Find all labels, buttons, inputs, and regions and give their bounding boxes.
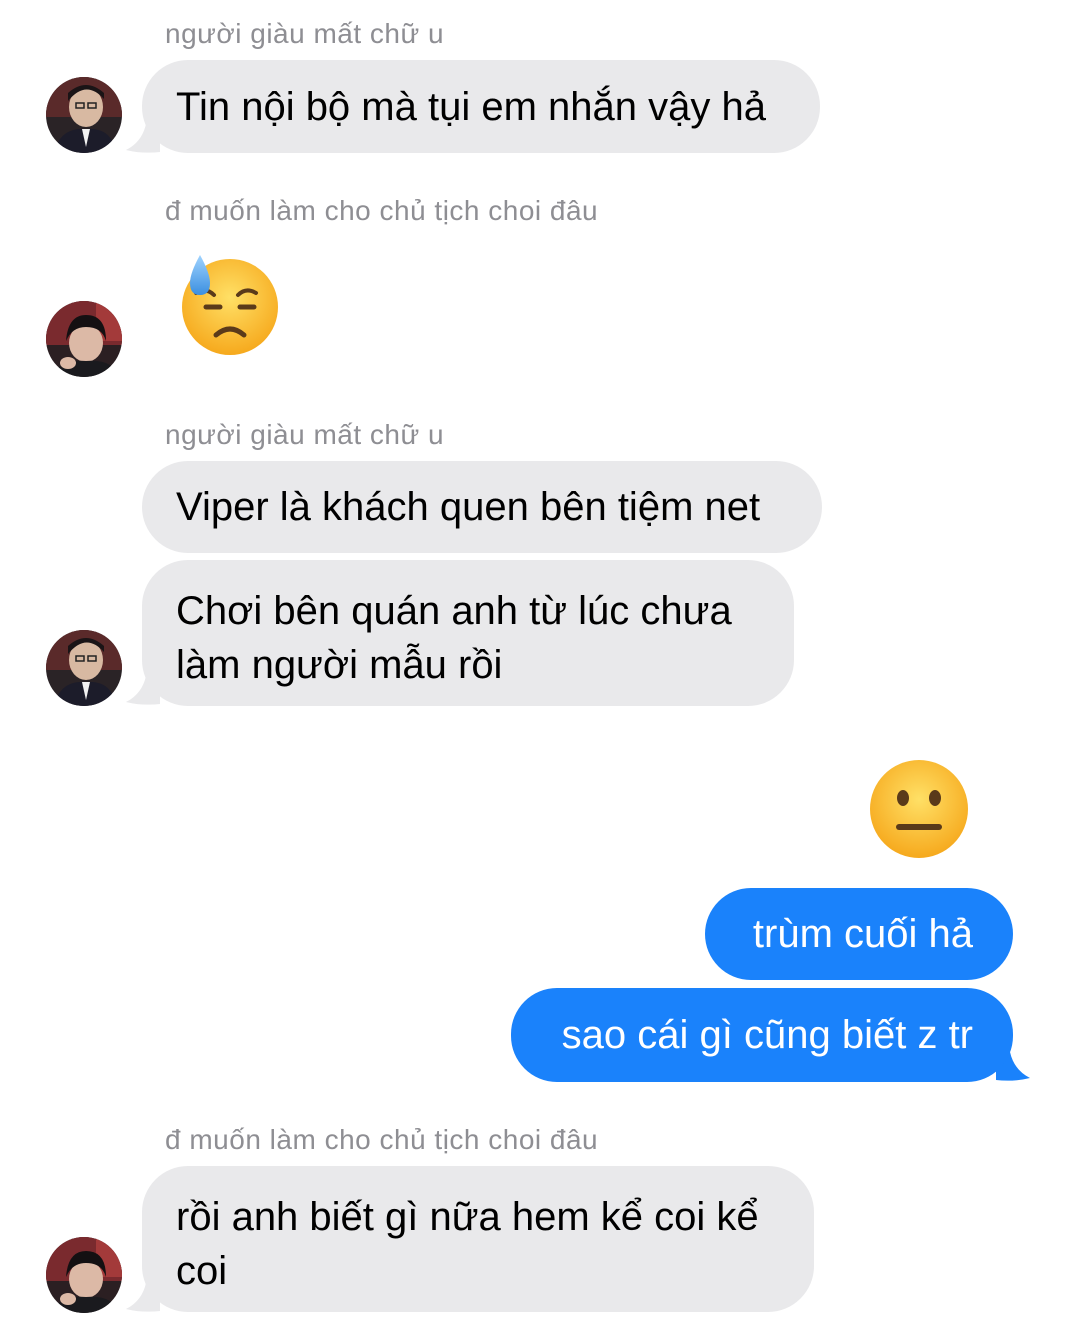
message-text: trùm cuối hả: [752, 912, 973, 956]
avatar[interactable]: [46, 301, 122, 377]
sender-name: đ muốn làm cho chủ tịch choi đâu: [165, 1124, 599, 1155]
message-bubble-incoming[interactable]: Tin nội bộ mà tụi em nhắn vậy hả: [142, 60, 820, 153]
message-text: sao cái gì cũng biết z tr: [561, 1013, 973, 1057]
message-text: Tin nội bộ mà tụi em nhắn vậy hả: [176, 84, 766, 129]
message-text-line: coi: [176, 1249, 228, 1293]
downcast-face-with-sweat-emoji[interactable]: [176, 255, 280, 364]
message-bubble-incoming[interactable]: Viper là khách quen bên tiệm net: [142, 461, 822, 553]
message-text-line: làm người mẫu rồi: [176, 643, 503, 687]
sender-name: người giàu mất chữ u: [165, 419, 445, 450]
message-bubble-incoming[interactable]: rồi anh biết gì nữa hem kể coi kể coi: [142, 1166, 814, 1312]
message-bubble-incoming[interactable]: Chơi bên quán anh từ lúc chưa làm người …: [142, 560, 794, 706]
avatar[interactable]: [46, 630, 122, 706]
message-text: Viper là khách quen bên tiệm net: [176, 485, 761, 529]
message-bubble-outgoing[interactable]: sao cái gì cũng biết z tr: [511, 988, 1013, 1082]
message-text-line: rồi anh biết gì nữa hem kể coi kể: [176, 1195, 759, 1239]
avatar[interactable]: [46, 77, 122, 153]
avatar[interactable]: [46, 1237, 122, 1313]
sender-name: đ muốn làm cho chủ tịch choi đâu: [165, 195, 599, 226]
neutral-face-emoji[interactable]: [868, 758, 970, 865]
message-text-line: Chơi bên quán anh từ lúc chưa: [176, 589, 732, 633]
sender-name: người giàu mất chữ u: [165, 18, 445, 49]
message-bubble-outgoing[interactable]: trùm cuối hả: [705, 888, 1013, 980]
